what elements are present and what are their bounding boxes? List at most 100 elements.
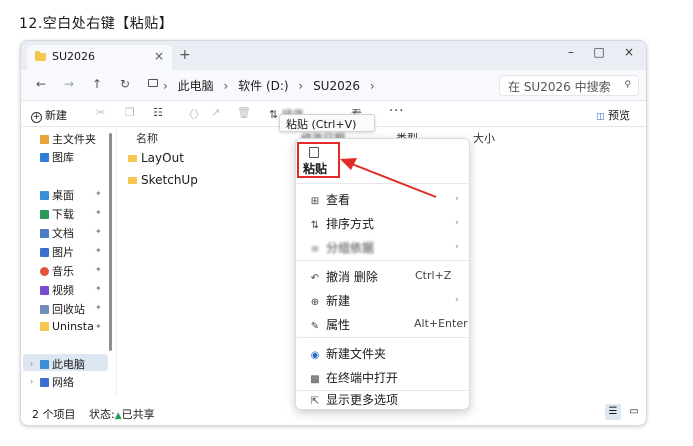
expand-chevron-icon[interactable]: › [30,377,33,386]
menu-item-sort[interactable]: ⇅ 排序方式 [308,215,374,232]
computer-icon [40,360,49,369]
gallery-icon [40,153,49,162]
search-input[interactable]: 在 SU2026 中搜索 ⚲ [499,75,639,96]
sidebar-item-documents[interactable]: 文档 [40,225,74,241]
rename-icon[interactable]: 〈〉 [183,106,205,122]
status-value: 已共享 [121,408,155,421]
folder-icon [40,322,49,331]
tab-su2026[interactable]: SU2026 × [27,45,172,70]
delete-icon[interactable]: 🗑 [237,106,251,119]
chevron-right-icon: › [455,295,459,305]
sidebar-item-downloads[interactable]: 下载 [40,206,74,222]
group-icon: ≡ [310,244,320,255]
pin-icon[interactable]: ✦ [95,189,102,198]
folder-icon [128,155,137,162]
sidebar-item-label: 网络 [52,376,74,389]
sidebar-item-recycle-bin[interactable]: 回收站 [40,301,85,317]
breadcrumb-drive-d[interactable]: 软件 (D:) [238,79,288,93]
breadcrumb-separator: › [163,79,168,93]
close-button[interactable]: × [619,45,639,59]
forward-button[interactable]: → [61,77,77,91]
menu-item-properties[interactable]: ✎ 属性 [308,316,350,333]
sidebar-item-network[interactable]: 网络 [40,374,74,390]
breadcrumb-this-pc[interactable]: 此电脑 [178,79,214,93]
menu-item-view[interactable]: ⊞ 查看 [308,191,350,208]
preview-button[interactable]: ◫ 预览 [596,107,630,123]
sidebar-item-gallery[interactable]: 图库 [40,149,74,165]
pin-icon[interactable]: ✦ [95,303,102,312]
new-icon: ⊕ [310,297,320,308]
new-button[interactable]: + 新建 [31,107,67,123]
menu-item-show-more[interactable]: ⇱ 显示更多选项 [308,391,398,408]
menu-item-label: 新建文件夹 [326,347,387,361]
sidebar-scrollbar[interactable] [109,133,112,351]
menu-item-label: 分组依据 [326,241,375,255]
menu-item-label: 查看 [326,193,351,207]
sidebar-item-videos[interactable]: 视频 [40,282,74,298]
download-icon [40,210,49,219]
file-name: LayOut [141,151,184,165]
menu-item-label: 新建 [326,294,351,308]
video-icon [40,286,49,295]
more-options-button[interactable]: ··· [389,104,404,119]
item-count: 2 个项目 [32,408,76,421]
pin-icon[interactable]: ✦ [95,322,102,331]
pin-icon[interactable]: ✦ [95,284,102,293]
network-icon [40,378,49,387]
menu-item-group-by[interactable]: ≡ 分组依据 [308,239,374,256]
desktop-icon [40,191,49,200]
menu-item-open-terminal[interactable]: ▩ 在终端中打开 [308,369,398,386]
details-view-icon[interactable]: ☰ [605,404,621,420]
sidebar-item-label: 图片 [52,246,74,259]
share-icon[interactable]: ↗ [211,106,220,119]
title-bar: SU2026 × + – □ × [21,41,646,70]
menu-item-undo-delete[interactable]: ↶ 撤消 删除 [308,268,378,285]
minimize-button[interactable]: – [561,45,581,59]
pin-icon[interactable]: ✦ [95,208,102,217]
menu-item-new-folder[interactable]: ◉ 新建文件夹 [308,345,386,362]
paste-tooltip: 粘贴 (Ctrl+V) [279,114,375,132]
sidebar-item-label: 下载 [52,208,74,221]
sidebar-item-uninstall[interactable]: Uninsta [40,320,94,333]
plus-icon: + [31,112,42,123]
new-tab-button[interactable]: + [179,47,191,63]
cut-icon[interactable]: ✂ [96,106,105,119]
navigation-pane: 主文件夹 图库 桌面 ✦ 下载 ✦ 文档 ✦ 图片 ✦ 音乐 ✦ 视频 ✦ 回收… [21,127,117,397]
sidebar-item-this-pc[interactable]: 此电脑 [40,356,85,372]
sidebar-item-label: 文档 [52,227,74,240]
file-row-sketchup[interactable]: SketchUp [128,173,198,187]
menu-shortcut: Alt+Enter [414,317,468,330]
new-folder-icon: ◉ [310,350,320,361]
menu-divider [297,260,470,261]
menu-item-new[interactable]: ⊕ 新建 [308,292,350,309]
sidebar-item-home[interactable]: 主文件夹 [40,131,96,147]
expand-chevron-icon[interactable]: › [30,359,33,368]
tab-close-icon[interactable]: × [154,49,164,63]
status-label: 状态: [89,408,115,421]
pin-icon[interactable]: ✦ [95,246,102,255]
tiles-view-icon[interactable]: ▭ [626,404,642,420]
maximize-button[interactable]: □ [589,45,609,59]
tutorial-caption: 12.空白处右键【粘贴】 [19,16,174,32]
menu-divider [297,183,470,184]
up-button[interactable]: ↑ [89,77,105,91]
sidebar-item-label: 桌面 [52,189,74,202]
tab-title: SU2026 [52,50,96,63]
sidebar-item-pictures[interactable]: 图片 [40,244,74,260]
paste-toolbar-icon[interactable]: ☷ [153,106,163,119]
refresh-button[interactable]: ↻ [117,77,133,91]
pin-icon[interactable]: ✦ [95,265,102,274]
sidebar-item-desktop[interactable]: 桌面 [40,187,74,203]
sidebar-item-music[interactable]: 音乐 [40,263,74,279]
breadcrumb-su2026[interactable]: SU2026 [313,79,360,93]
back-button[interactable]: ← [33,77,49,91]
menu-item-label: 排序方式 [326,217,375,231]
pin-icon[interactable]: ✦ [95,227,102,236]
column-header-size[interactable]: 大小 [473,130,495,146]
undo-icon: ↶ [310,273,320,284]
column-header-name[interactable]: 名称 [136,130,158,146]
file-row-layout[interactable]: LayOut [128,151,184,165]
copy-icon[interactable]: ❐ [125,106,135,119]
sidebar-item-label: 此电脑 [52,358,85,371]
home-icon [40,135,49,144]
